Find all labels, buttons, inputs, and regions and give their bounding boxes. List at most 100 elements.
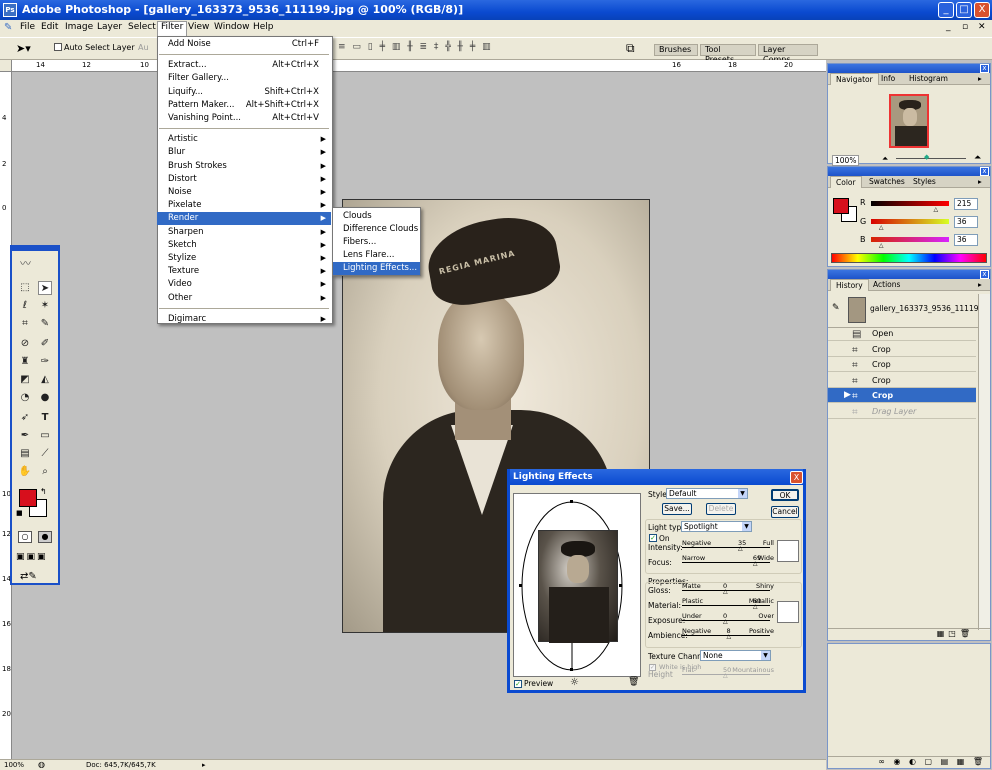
tool-presets-well[interactable]: Tool Presets	[700, 44, 756, 64]
add-light-icon[interactable]: ☼	[570, 677, 579, 688]
filter-menu-item[interactable]: Render ▶	[157, 212, 331, 226]
dialog-close-button[interactable]: X	[790, 471, 803, 484]
brushes-well[interactable]: Brushes	[654, 44, 698, 56]
light-type-select[interactable]: Spotlight ▼	[681, 521, 752, 532]
navigator-thumbnail[interactable]	[889, 94, 929, 148]
cancel-button[interactable]: Cancel	[771, 506, 799, 518]
style-select[interactable]: Default ▼	[666, 488, 748, 499]
preview-checkbox[interactable]: ✓	[514, 680, 522, 688]
filter-menu-item[interactable]: Blur ▶	[157, 146, 331, 159]
history-item[interactable]: ⌗ Crop	[828, 357, 976, 372]
navigator-close-icon[interactable]: x	[980, 64, 989, 73]
color-foreground-swatch[interactable]	[833, 198, 849, 214]
filter-menu-item[interactable]: Add Noise Ctrl+F	[157, 38, 331, 51]
filter-menu-item[interactable]: Noise ▶	[157, 186, 331, 199]
eraser-icon[interactable]: ◩	[18, 373, 32, 387]
crop-tool-icon[interactable]: ⌗	[18, 317, 32, 331]
filter-menu-item[interactable]: Other ▶	[157, 292, 331, 305]
light-color-swatch[interactable]	[777, 540, 799, 562]
dodge-tool-icon[interactable]: ●	[38, 391, 52, 405]
history-item[interactable]: ⌗ Drag Layer	[828, 404, 976, 419]
filter-menu-item[interactable]: Liquify... Shift+Ctrl+X	[157, 86, 331, 99]
history-item[interactable]: ⌗ Crop	[828, 373, 976, 388]
brush-tool-icon[interactable]: ✐	[38, 337, 52, 351]
light-on-checkbox[interactable]: ✓	[649, 534, 657, 542]
blur-tool-icon[interactable]: ◔	[18, 391, 32, 405]
gloss-slider-thumb[interactable]: △	[723, 589, 728, 595]
default-colors-icon[interactable]: ■	[16, 509, 23, 517]
exposure-slider-thumb[interactable]: △	[723, 619, 728, 625]
bucket-icon[interactable]: ◭	[38, 373, 52, 387]
history-close-icon[interactable]: x	[980, 270, 989, 279]
render-submenu-item[interactable]: Lighting Effects...	[333, 262, 420, 275]
doc-restore-button[interactable]: ▫	[962, 22, 968, 32]
history-brush-source-icon[interactable]: ✎	[832, 303, 840, 313]
tab-histogram[interactable]: Histogram	[904, 73, 953, 85]
menu-help[interactable]: Help	[250, 22, 277, 32]
palette-toggle-icon[interactable]: ⧉	[626, 41, 635, 56]
doc-close-button[interactable]: ✕	[978, 22, 986, 32]
menu-image[interactable]: Image	[62, 22, 96, 32]
height-slider-thumb[interactable]: △	[723, 673, 728, 679]
menu-select[interactable]: Select	[125, 22, 159, 32]
light-type-dropdown-icon[interactable]: ▼	[742, 522, 751, 531]
g-value-field[interactable]: 36	[954, 216, 978, 228]
ambient-color-swatch[interactable]	[777, 601, 799, 623]
focus-slider-thumb[interactable]: △	[753, 561, 758, 567]
filter-menu-item[interactable]: Sketch ▶	[157, 239, 331, 252]
menu-file[interactable]: File	[17, 22, 38, 32]
history-item[interactable]: ⌗ Crop ▶	[828, 388, 976, 403]
zoom-out-icon[interactable]: ⏶	[882, 154, 888, 164]
align-buttons-icon[interactable]: ≡ ▭ ▯ ╪ ▥ ╫ ≣ ‡ ╬ ╫ ╪ ▥	[338, 42, 493, 52]
tab-actions[interactable]: Actions	[868, 279, 905, 291]
filter-menu-item[interactable]: Brush Strokes ▶	[157, 160, 331, 173]
filter-menu-item[interactable]: Texture ▶	[157, 265, 331, 278]
hand-tool-icon[interactable]: ✋	[18, 465, 32, 479]
ruler-origin[interactable]	[0, 60, 12, 72]
save-button[interactable]: Save...	[662, 503, 692, 515]
tab-info[interactable]: Info	[876, 73, 900, 85]
status-zoom[interactable]: 100%	[4, 760, 24, 770]
texture-channel-select[interactable]: None ▼	[700, 650, 771, 661]
filter-menu-item[interactable]: Distort ▶	[157, 173, 331, 186]
render-submenu-item[interactable]: Clouds	[333, 210, 420, 223]
r-value-field[interactable]: 215	[954, 198, 978, 210]
close-button[interactable]: X	[974, 2, 990, 18]
filter-menu-item[interactable]: Artistic ▶	[157, 133, 331, 146]
standard-mode-icon[interactable]: ○	[18, 531, 32, 543]
material-slider-thumb[interactable]: △	[753, 604, 758, 610]
intensity-slider-thumb[interactable]: △	[738, 546, 743, 552]
color-ramp[interactable]	[831, 253, 987, 263]
filter-menu-item[interactable]: Stylize ▶	[157, 252, 331, 265]
zoom-in-icon[interactable]: ⏶	[974, 153, 981, 163]
tab-history[interactable]: History	[830, 279, 869, 291]
tab-navigator[interactable]: Navigator	[830, 73, 879, 85]
filter-menu-item[interactable]: Vanishing Point... Alt+Ctrl+V	[157, 112, 331, 125]
history-footer-buttons[interactable]: ▦◳🗑	[828, 628, 990, 640]
navigator-menu-icon[interactable]: ▸	[978, 73, 982, 85]
r-slider-thumb[interactable]: △	[934, 206, 939, 213]
history-item[interactable]: ⌗ Crop	[828, 342, 976, 357]
layers-footer-buttons[interactable]: ∞ ◉ ◐ ▢ ▤ ▦ 🗑	[828, 756, 990, 768]
marquee-tool-icon[interactable]: ⬚	[18, 281, 32, 295]
status-menu-arrow-icon[interactable]: ▸	[202, 760, 206, 770]
quickmask-mode-icon[interactable]: ●	[38, 531, 52, 543]
jump-to-imageready-icon[interactable]: ⇄✎	[20, 571, 37, 582]
foreground-color-swatch[interactable]	[19, 489, 37, 507]
menu-layer[interactable]: Layer	[94, 22, 125, 32]
eyedropper-icon[interactable]: ⟋	[38, 447, 52, 461]
style-dropdown-icon[interactable]: ▼	[738, 489, 747, 498]
texture-dropdown-icon[interactable]: ▼	[761, 651, 770, 660]
notes-tool-icon[interactable]: ▤	[18, 447, 32, 461]
filter-menu-item[interactable]: Digimarc ▶	[157, 313, 331, 326]
preview-area[interactable]	[513, 493, 641, 677]
app-menu-icon[interactable]: ✎	[4, 22, 12, 33]
slice-tool-icon[interactable]: ✎	[38, 317, 52, 331]
render-submenu-item[interactable]: Fibers...	[333, 236, 420, 249]
filter-menu-item[interactable]: Sharpen ▶	[157, 226, 331, 239]
move-tool-icon[interactable]: ➤	[38, 281, 52, 295]
maximize-button[interactable]: □	[956, 2, 972, 18]
filter-menu-item[interactable]: Video ▶	[157, 278, 331, 291]
delete-button[interactable]: Delete	[706, 503, 736, 515]
zoom-tool-icon[interactable]: ⌕	[38, 465, 52, 479]
